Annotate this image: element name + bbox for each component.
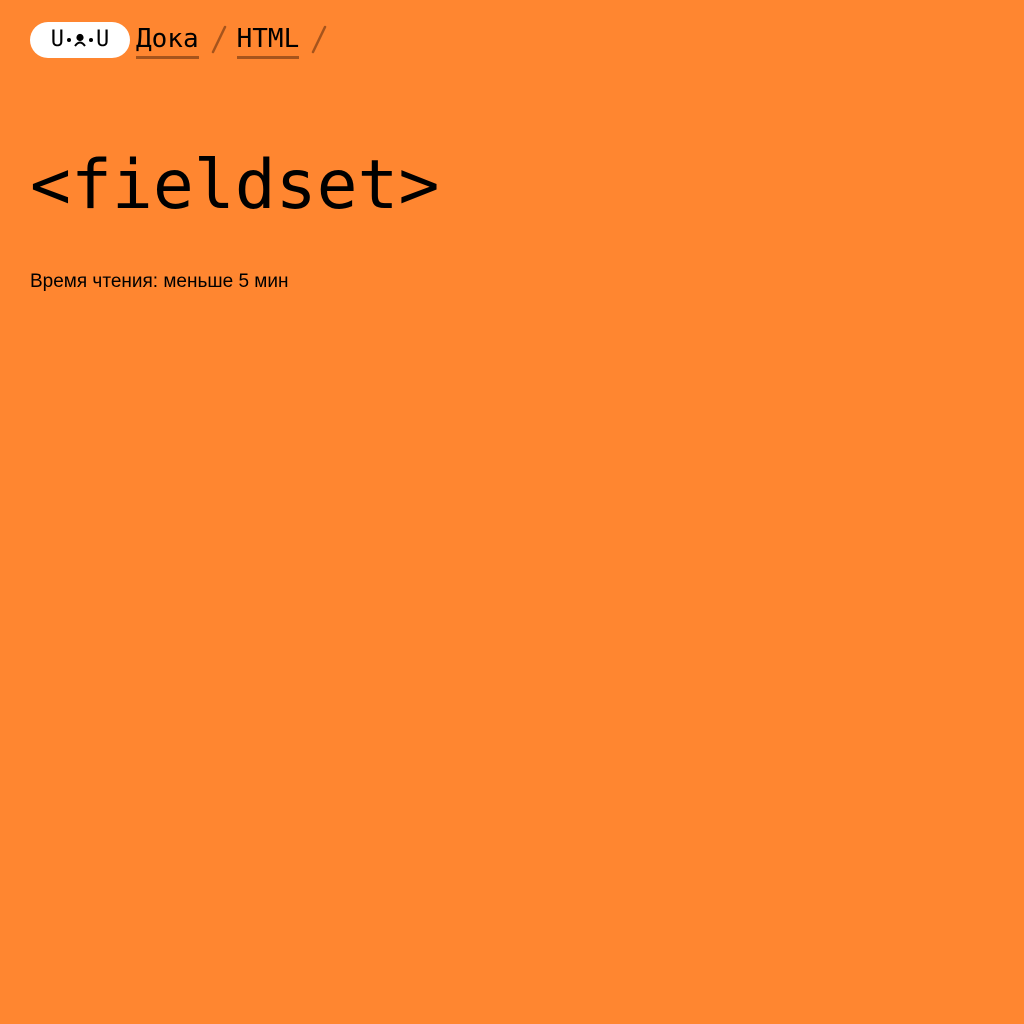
logo-left-glyph: U — [50, 27, 64, 52]
logo-nose-icon — [74, 33, 86, 47]
home-logo-link[interactable]: U U — [30, 22, 130, 58]
slash-separator-icon — [205, 22, 231, 56]
logo-dot-left — [67, 38, 71, 42]
reading-time: Время чтения: меньше 5 мин — [30, 271, 289, 292]
page-title: <fieldset> — [30, 146, 440, 225]
logo-right-glyph: U — [96, 27, 110, 52]
breadcrumb-item-html[interactable]: HTML — [236, 22, 300, 59]
breadcrumb-item-doka[interactable]: Дока — [136, 22, 199, 59]
slash-separator-icon — [305, 22, 331, 56]
logo-dot-right — [89, 38, 93, 42]
breadcrumb: U U Дока HTML — [30, 22, 331, 62]
doka-face-logo-icon: U U — [51, 22, 110, 58]
